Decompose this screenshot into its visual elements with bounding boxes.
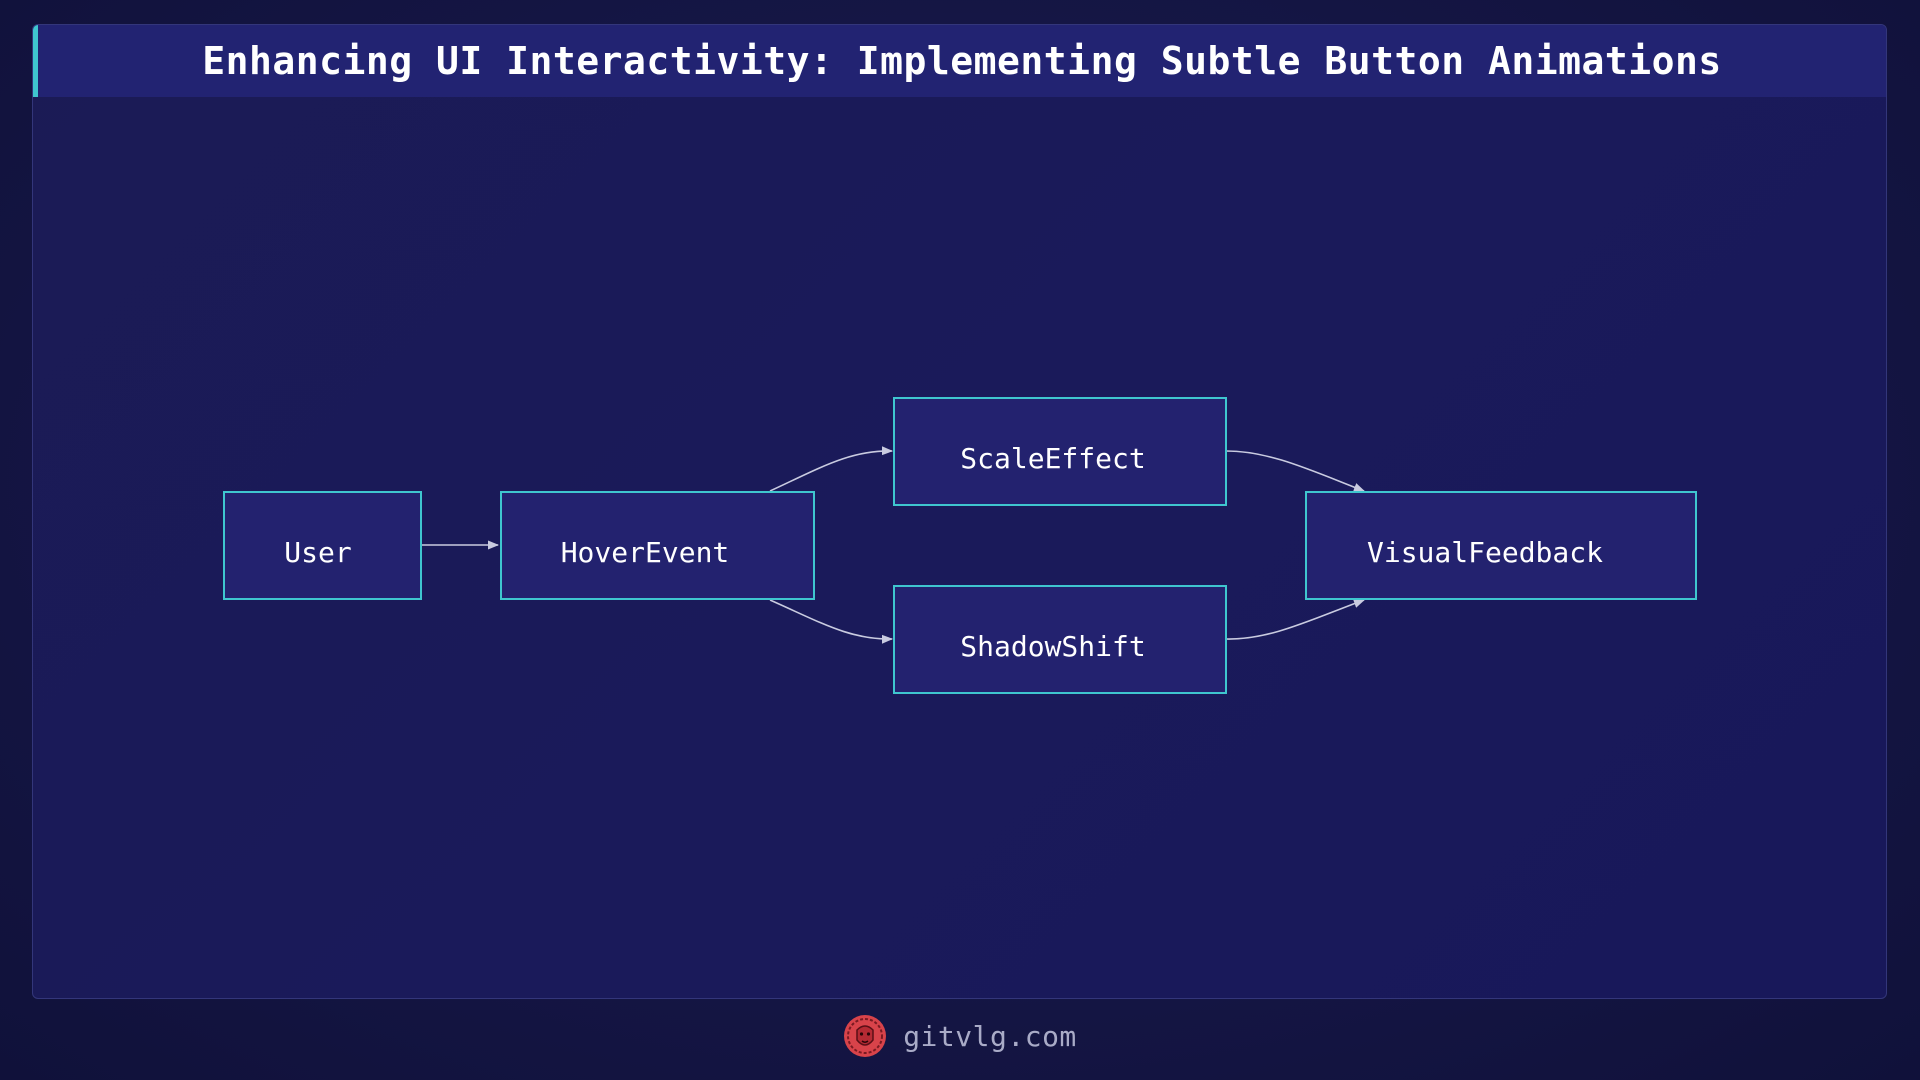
lion-head-icon: [844, 1015, 887, 1057]
edge-hoverevent-to-shadowshift: [769, 599, 894, 644]
edge-hoverevent-to-scaleeffect: [769, 446, 894, 492]
node-user-label: User: [284, 536, 351, 569]
node-user: User: [223, 491, 422, 600]
page: Enhancing UI Interactivity: Implementing…: [0, 0, 1920, 1080]
footer: gitvlg.com: [0, 1010, 1920, 1062]
footer-site-text: gitvlg.com: [903, 1019, 1077, 1053]
flow-diagram: User HoverEvent ScaleEffect ShadowShift …: [223, 397, 1697, 694]
node-visualfeedback: VisualFeedback: [1305, 491, 1697, 600]
node-visualfeedback-label: VisualFeedback: [1367, 536, 1603, 569]
node-scaleeffect: ScaleEffect: [893, 397, 1227, 506]
edge-scaleeffect-to-visualfeedback: [1225, 450, 1366, 492]
edge-shadowshift-to-visualfeedback: [1225, 599, 1366, 640]
node-hoverevent-label: HoverEvent: [561, 536, 730, 569]
node-shadowshift: ShadowShift: [893, 585, 1227, 694]
node-hoverevent: HoverEvent: [500, 491, 815, 600]
node-scaleeffect-label: ScaleEffect: [960, 442, 1145, 475]
node-shadowshift-label: ShadowShift: [960, 630, 1145, 663]
